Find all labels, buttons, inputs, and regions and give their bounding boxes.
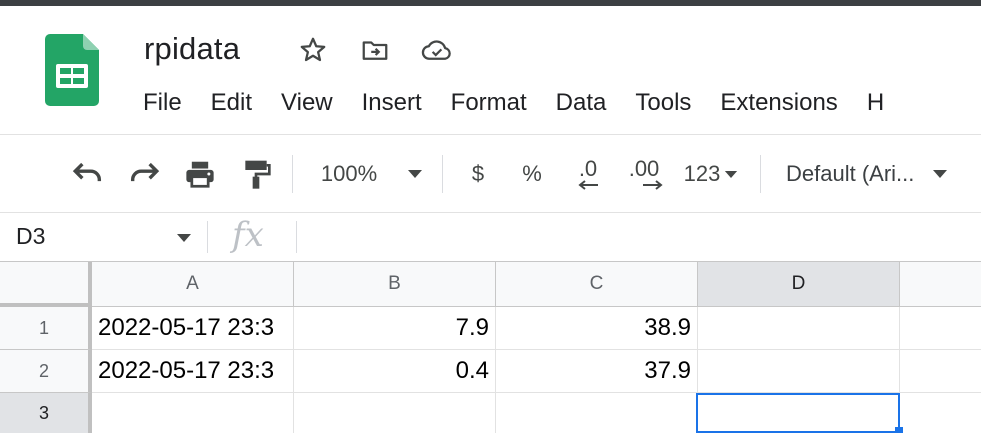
- chevron-down-icon[interactable]: [176, 233, 192, 243]
- formula-bar: D3 fx: [0, 213, 981, 261]
- cell-c1[interactable]: 38.9: [496, 307, 698, 350]
- cell-b3[interactable]: [294, 393, 496, 433]
- row-header-1[interactable]: 1: [0, 307, 92, 350]
- document-title[interactable]: rpidata: [144, 31, 240, 67]
- formula-separator: [296, 221, 297, 253]
- menu-file[interactable]: File: [143, 89, 182, 117]
- arrow-right-icon: [643, 180, 663, 190]
- zoom-value: 100%: [320, 161, 378, 186]
- move-to-folder-icon[interactable]: [358, 33, 392, 67]
- cell-c2[interactable]: 37.9: [496, 350, 698, 393]
- menu-bar: File Edit View Insert Format Data Tools …: [143, 89, 913, 117]
- font-family-select[interactable]: Default (Ari...: [786, 153, 976, 195]
- toolbar-separator: [442, 155, 443, 193]
- print-icon[interactable]: [180, 153, 220, 195]
- menu-format[interactable]: Format: [451, 89, 527, 117]
- column-header-d[interactable]: D: [698, 262, 900, 307]
- name-box[interactable]: D3: [16, 223, 45, 250]
- toolbar-separator: [760, 155, 761, 193]
- cell-e3[interactable]: [900, 393, 981, 433]
- zoom-select[interactable]: 100%: [312, 153, 432, 195]
- chevron-down-icon: [408, 170, 423, 178]
- column-header-a[interactable]: A: [92, 262, 294, 307]
- cell-c3[interactable]: [496, 393, 698, 433]
- increase-decimal-button[interactable]: .00: [620, 153, 668, 195]
- title-icons: [296, 33, 454, 67]
- redo-icon[interactable]: [124, 153, 164, 195]
- cell-e2[interactable]: [900, 350, 981, 393]
- paint-format-icon[interactable]: [236, 153, 276, 195]
- row-header-2[interactable]: 2: [0, 350, 92, 393]
- menu-extensions[interactable]: Extensions: [720, 89, 837, 117]
- fx-icon: fx: [232, 215, 264, 255]
- decrease-decimal-button[interactable]: .0: [566, 153, 610, 195]
- active-cell-selection: [696, 393, 900, 433]
- sheets-logo-icon[interactable]: [45, 34, 99, 106]
- number-format-select[interactable]: 123: [678, 153, 744, 195]
- cell-b1[interactable]: 7.9: [294, 307, 496, 350]
- menu-help[interactable]: H: [867, 89, 884, 117]
- row-header-3[interactable]: 3: [0, 393, 92, 433]
- column-header-e[interactable]: [900, 262, 981, 307]
- column-header-c[interactable]: C: [496, 262, 698, 307]
- formula-input[interactable]: [306, 223, 966, 253]
- cell-b2[interactable]: 0.4: [294, 350, 496, 393]
- chevron-down-icon: [725, 170, 738, 178]
- toolbar: 100% $ % .0 .00 123 Default (Ari...: [0, 135, 981, 212]
- cell-a2[interactable]: 2022-05-17 23:3: [92, 350, 294, 393]
- chevron-down-icon: [933, 170, 948, 178]
- menu-edit[interactable]: Edit: [211, 89, 252, 117]
- menu-tools[interactable]: Tools: [635, 89, 691, 117]
- column-header-b[interactable]: B: [294, 262, 496, 307]
- app-header: rpidata File Edit View Insert Format Dat…: [0, 6, 981, 134]
- fill-handle[interactable]: [895, 427, 903, 433]
- menu-insert[interactable]: Insert: [362, 89, 422, 117]
- currency-format-button[interactable]: $: [460, 153, 496, 195]
- cell-d2[interactable]: [698, 350, 900, 393]
- cell-e1[interactable]: [900, 307, 981, 350]
- toolbar-separator: [292, 155, 293, 193]
- select-all-corner[interactable]: [0, 262, 92, 307]
- undo-icon[interactable]: [68, 153, 108, 195]
- menu-data[interactable]: Data: [556, 89, 607, 117]
- percent-format-button[interactable]: %: [514, 153, 550, 195]
- cell-a3[interactable]: [92, 393, 294, 433]
- formula-separator: [207, 221, 208, 253]
- column-headers: A B C D: [0, 262, 981, 307]
- cell-d1[interactable]: [698, 307, 900, 350]
- cell-a1[interactable]: 2022-05-17 23:3: [92, 307, 294, 350]
- arrow-left-icon: [578, 180, 598, 190]
- menu-view[interactable]: View: [281, 89, 333, 117]
- star-icon[interactable]: [296, 33, 330, 67]
- cloud-saved-icon[interactable]: [420, 33, 454, 67]
